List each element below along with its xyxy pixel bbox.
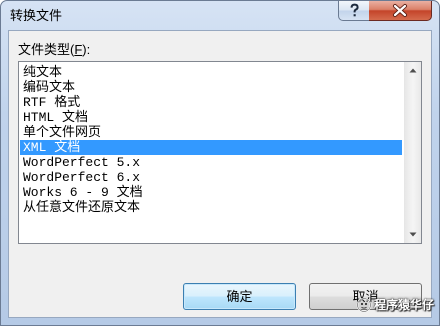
list-item[interactable]: 从任意文件还原文本 [20,200,402,215]
list-item[interactable]: HTML 文档 [20,110,402,125]
help-icon [350,3,359,17]
ok-button[interactable]: 确定 [183,283,296,310]
title-bar[interactable]: 转换文件 [1,1,439,30]
list-item[interactable]: WordPerfect 6.x [20,170,402,185]
list-item[interactable]: 单个文件网页 [20,125,402,140]
list-item[interactable]: RTF 格式 [20,95,402,110]
file-type-listbox[interactable]: 纯文本 编码文本 RTF 格式 HTML 文档 单个文件网页 XML 文档 Wo… [18,61,422,244]
list-item[interactable]: 纯文本 [20,65,402,80]
watermark-logo-icon [356,297,372,313]
close-icon [393,4,407,17]
file-type-label-prefix: 文件类型( [18,42,75,57]
scroll-down-arrow-icon [409,232,417,237]
list-item-selected[interactable]: XML 文档 [20,140,402,155]
file-type-list: 纯文本 编码文本 RTF 格式 HTML 文档 单个文件网页 XML 文档 Wo… [20,65,402,215]
scroll-up-arrow-icon [409,68,417,73]
list-item[interactable]: WordPerfect 5.x [20,155,402,170]
list-item[interactable]: 编码文本 [20,80,402,95]
scroll-down-button[interactable] [405,226,421,243]
watermark-text: 程序猿华仔 [374,298,435,312]
file-type-label: 文件类型(F): [18,42,90,58]
window-title: 转换文件 [10,8,63,23]
vertical-scrollbar[interactable] [404,62,421,243]
scroll-up-button[interactable] [405,62,421,79]
close-button[interactable] [369,1,432,21]
help-button[interactable] [338,1,370,21]
file-type-label-suffix: ): [82,42,91,57]
list-item[interactable]: Works 6 - 9 文档 [20,185,402,200]
